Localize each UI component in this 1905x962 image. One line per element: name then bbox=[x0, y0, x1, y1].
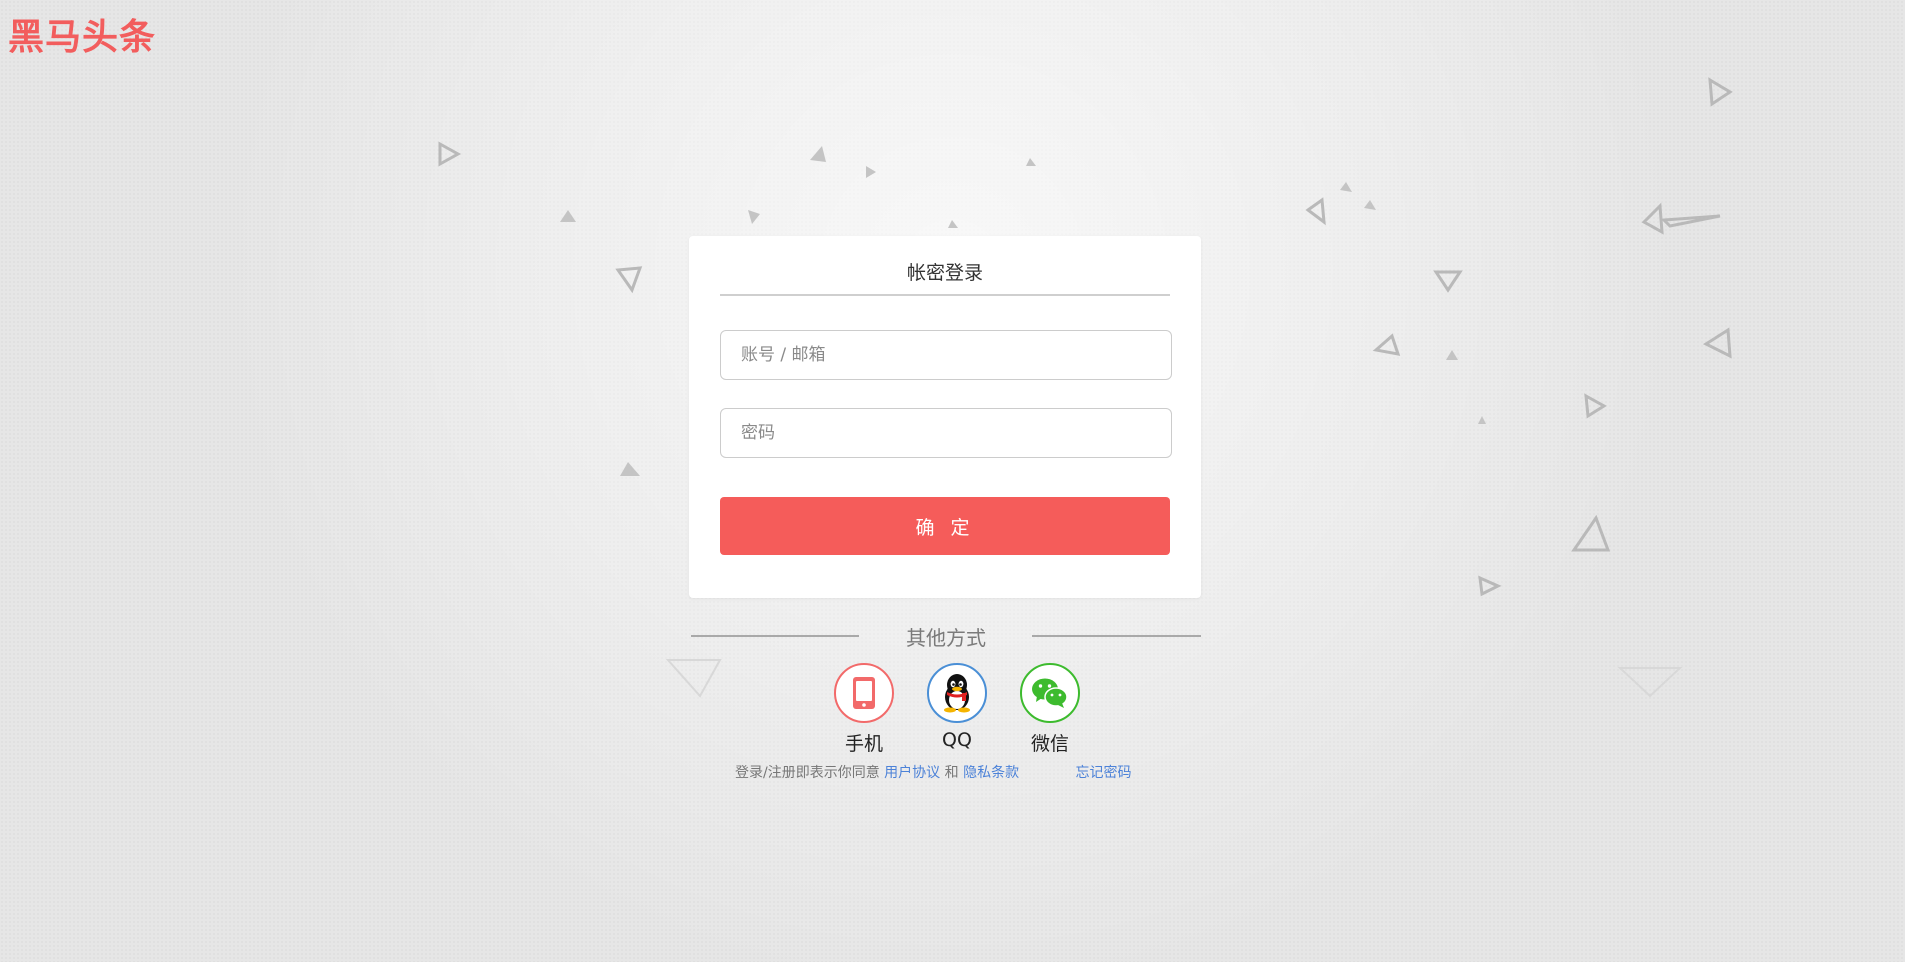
phone-login-button[interactable]: 手机 bbox=[824, 663, 904, 756]
qq-penguin-icon bbox=[927, 663, 987, 723]
divider-line-right bbox=[1032, 635, 1201, 637]
terms-link[interactable]: 用户协议 bbox=[884, 765, 940, 781]
login-tab-title[interactable]: 帐密登录 bbox=[720, 264, 1170, 296]
login-title-label: 帐密登录 bbox=[906, 262, 983, 284]
agreement-footer: 登录/注册即表示你同意 用户协议 和 隐私条款 忘记密码 bbox=[735, 762, 1132, 782]
other-methods-divider: 其他方式 bbox=[691, 620, 1201, 650]
wechat-icon bbox=[1020, 663, 1080, 723]
brand-logo[interactable]: 黑马头条 bbox=[8, 8, 156, 60]
login-methods: 手机 QQ 微信 bbox=[0, 663, 1905, 756]
submit-button[interactable]: 确 定 bbox=[720, 497, 1170, 555]
wechat-login-label: 微信 bbox=[1030, 733, 1069, 755]
forgot-password-link[interactable]: 忘记密码 bbox=[1076, 765, 1132, 781]
privacy-link[interactable]: 隐私条款 bbox=[963, 765, 1019, 781]
password-input[interactable] bbox=[720, 408, 1172, 458]
phone-icon bbox=[834, 663, 894, 723]
qq-login-button[interactable]: QQ bbox=[917, 663, 997, 751]
qq-login-label: QQ bbox=[942, 729, 972, 751]
and-text: 和 bbox=[944, 765, 959, 781]
wechat-login-button[interactable]: 微信 bbox=[1010, 663, 1090, 756]
account-input[interactable] bbox=[720, 330, 1172, 380]
phone-login-label: 手机 bbox=[844, 733, 883, 755]
agreement-text: 登录/注册即表示你同意 bbox=[735, 765, 880, 781]
login-card: 帐密登录 确 定 bbox=[689, 236, 1201, 598]
